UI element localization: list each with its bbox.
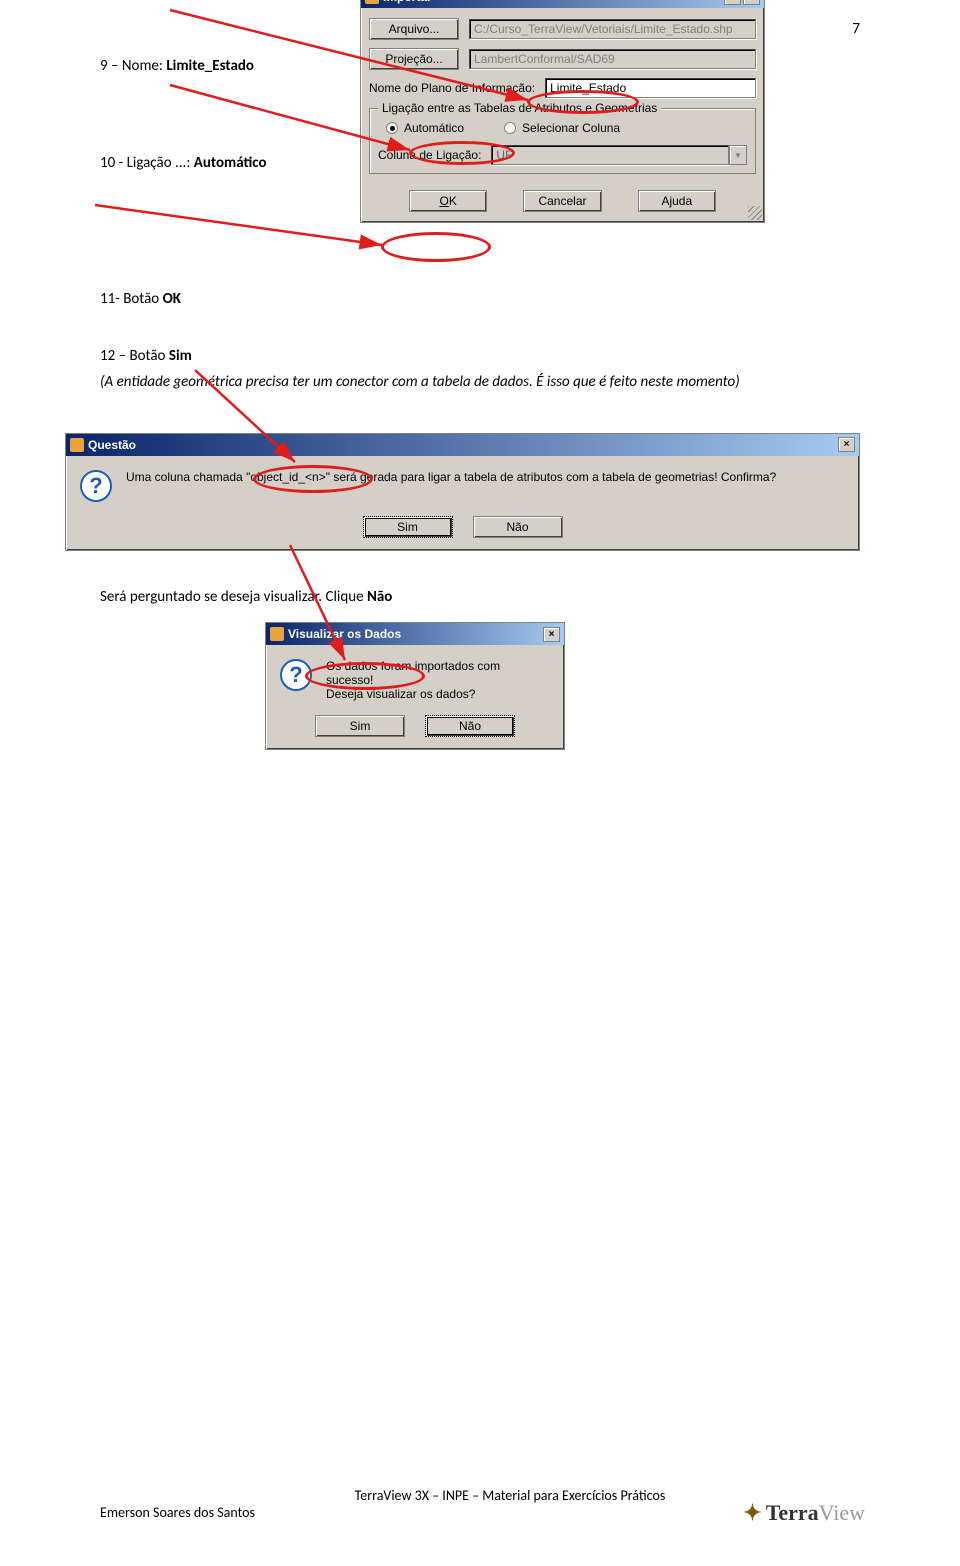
nao-button[interactable]: Não (425, 715, 515, 737)
terraview-icon (270, 627, 284, 641)
resize-grip-icon[interactable] (748, 206, 762, 220)
logo-glyph-icon: ✦ (743, 1500, 761, 1526)
step-11-prefix: 11- Botão (100, 290, 163, 308)
ok-button[interactable]: OK (409, 190, 487, 212)
visualizar-bold: Não (367, 588, 392, 606)
plano-label: Nome do Plano de Informação: (369, 81, 535, 95)
step-12-value: Sim (169, 347, 192, 365)
step-9-value: Limite_Estado (166, 57, 254, 75)
projecao-field: LambertConformal/SAD69 (469, 49, 756, 69)
ajuda-button[interactable]: Ajuda (638, 190, 716, 212)
close-button[interactable]: × (743, 0, 760, 5)
radio-unchecked-icon (504, 122, 516, 134)
coluna-label: Coluna de Ligação: (378, 148, 481, 162)
arquivo-field: C:/Curso_TerraView/Vetoriais/Limite_Esta… (469, 19, 756, 39)
step-12-prefix: 12 – Botão (100, 347, 169, 365)
close-button[interactable]: × (838, 437, 855, 452)
question-icon: ? (280, 659, 312, 691)
ligacao-group-title: Ligação entre as Tabelas de Atributos e … (378, 101, 661, 115)
logo-light: View (819, 1500, 865, 1525)
help-button[interactable]: ? (724, 0, 741, 5)
dialog-questao-title: Questão (88, 438, 136, 452)
chevron-down-icon[interactable]: ▼ (729, 145, 747, 165)
sim-button[interactable]: Sim (363, 516, 453, 538)
cancelar-button[interactable]: Cancelar (523, 190, 601, 212)
step-9-prefix: 9 – Nome: (100, 57, 166, 75)
plano-field[interactable]: Limite_Estado (545, 78, 756, 98)
dialog-visualizar-title: Visualizar os Dados (288, 627, 401, 641)
dialog-questao-titlebar[interactable]: Questão × (66, 434, 859, 456)
dialog-visualizar-titlebar[interactable]: Visualizar os Dados × (266, 623, 564, 645)
question-icon: ? (80, 470, 112, 502)
arquivo-button[interactable]: Arquivo... (369, 18, 459, 40)
projecao-button[interactable]: Projeção... (369, 48, 459, 70)
line-visualizar: Será perguntado se deseja visualizar. Cl… (100, 586, 860, 609)
dialog-visualizar: Visualizar os Dados × ? Os dados foram i… (265, 622, 565, 750)
terraview-icon (365, 0, 379, 4)
close-button[interactable]: × (543, 627, 560, 642)
radio-selecionar[interactable]: Selecionar Coluna (504, 121, 620, 135)
sim-button[interactable]: Sim (315, 715, 405, 737)
terraview-icon (70, 438, 84, 452)
step-12: 12 – Botão Sim (100, 345, 860, 368)
visualizar-msg-l1: Os dados foram importados com sucesso! (326, 659, 550, 687)
radio-automatico[interactable]: Automático (386, 121, 464, 135)
radio-selecionar-label: Selecionar Coluna (522, 121, 620, 135)
dialog-importar: Importar ? × Arquivo... C:/Curso_TerraVi… (360, 0, 765, 223)
logo-dark: Terra (766, 1500, 819, 1525)
radio-automatico-label: Automático (404, 121, 464, 135)
terraview-logo: ✦ TerraView (743, 1500, 865, 1526)
step-11: 11- Botão OK (100, 288, 860, 311)
dialog-questao: Questão × ? Uma coluna chamada "object_i… (65, 433, 860, 551)
step-11-value: OK (163, 290, 181, 308)
dialog-importar-titlebar[interactable]: Importar ? × (361, 0, 764, 8)
step-10-prefix: 10 - Ligação ...: (100, 154, 194, 172)
radio-checked-icon (386, 122, 398, 134)
step-10-value: Automático (194, 154, 267, 172)
dialog-importar-title: Importar (383, 0, 432, 4)
coluna-field: UF (491, 145, 729, 165)
step-12-note: (A entidade geométrica precisa ter um co… (100, 371, 860, 394)
visualizar-msg-l2: Deseja visualizar os dados? (326, 687, 550, 701)
nao-button[interactable]: Não (473, 516, 563, 538)
ligacao-groupbox: Ligação entre as Tabelas de Atributos e … (369, 108, 756, 174)
visualizar-prefix: Será perguntado se deseja visualizar. Cl… (100, 588, 367, 606)
ok-label: K (449, 194, 457, 208)
questao-message: Uma coluna chamada "object_id_<n>" será … (126, 470, 776, 502)
